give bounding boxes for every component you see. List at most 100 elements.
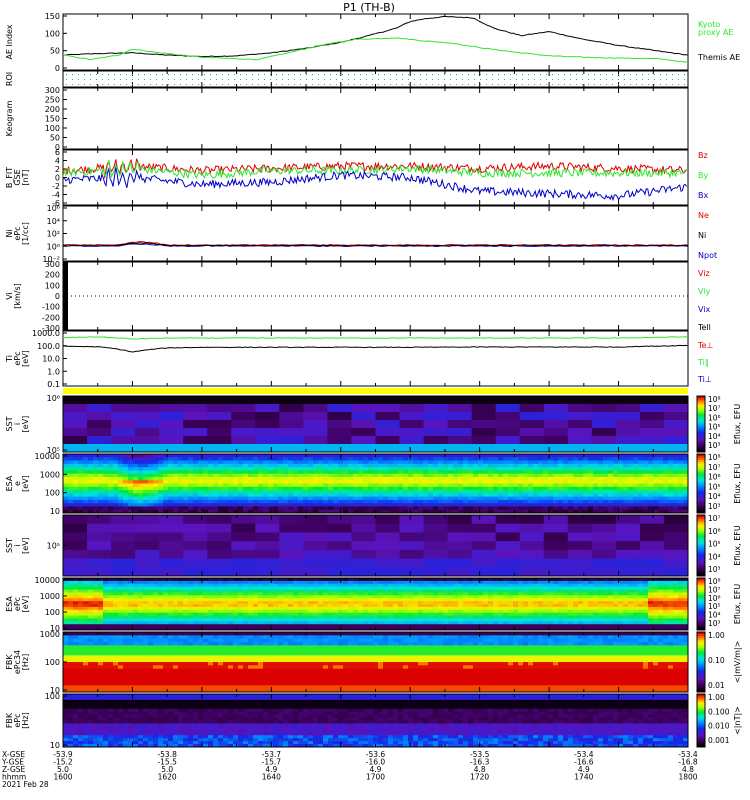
spec-cell	[373, 493, 379, 498]
spec-cell	[198, 493, 204, 498]
spec-cell	[283, 454, 289, 458]
spec-cell	[378, 496, 384, 501]
roi-dot	[438, 79, 439, 80]
spec-cell	[388, 598, 394, 602]
spec-cell	[133, 618, 139, 622]
spec-cell	[63, 515, 88, 525]
spec-cell	[383, 493, 389, 498]
spec-cell	[393, 601, 399, 605]
velocity-legend-Viy: Viy	[698, 287, 711, 296]
spec-cell	[393, 480, 399, 484]
spec-cell	[528, 463, 534, 468]
spec-cell	[588, 480, 594, 484]
spec-cell	[308, 615, 314, 619]
spec-cell	[368, 604, 374, 608]
spec-cell	[523, 476, 529, 481]
spec-cell	[78, 624, 84, 628]
spec-cell	[448, 470, 454, 475]
spec-cell	[399, 404, 424, 413]
spec-cell	[413, 606, 419, 611]
spec-cell	[443, 503, 449, 507]
spec-cell	[63, 549, 88, 559]
spec-cell	[568, 496, 574, 501]
spec-cell	[447, 412, 473, 421]
spec-cell	[648, 496, 654, 501]
roi-dot	[636, 79, 637, 80]
spec-cell	[248, 615, 254, 619]
spec-cell	[243, 496, 249, 501]
spec-cell	[103, 490, 109, 494]
roi-dot	[552, 84, 553, 85]
spec-cell	[343, 624, 349, 628]
spec-cell	[408, 586, 414, 590]
spec-cell	[303, 604, 309, 608]
spec-cell	[633, 454, 639, 458]
spec-cell	[351, 412, 376, 421]
spec-cell	[528, 454, 534, 458]
spec-cell	[543, 467, 549, 471]
spec-cell	[228, 595, 234, 599]
roi-dot	[264, 74, 265, 75]
spec-cell	[623, 463, 629, 468]
spec-cell	[558, 483, 564, 488]
spec-cell	[503, 496, 509, 501]
spec-cell	[383, 586, 389, 590]
roi-dot	[618, 79, 619, 80]
spec-cell	[323, 467, 329, 471]
spec-cell	[123, 595, 129, 599]
spec-cell	[263, 624, 269, 628]
spec-cell	[328, 473, 334, 478]
spec-cell	[498, 483, 504, 488]
spec-cell	[328, 496, 334, 501]
spec-cell	[373, 473, 379, 478]
spec-cell	[293, 476, 299, 481]
spec-cell	[513, 463, 519, 468]
roi-dot	[282, 84, 283, 85]
spec-cell	[198, 595, 204, 599]
roi-dot	[504, 79, 505, 80]
spec-cell	[408, 612, 414, 616]
spec-cell	[148, 580, 154, 585]
spec-cell	[233, 595, 239, 599]
spec-cell	[398, 476, 404, 481]
spec-cell	[438, 583, 444, 588]
spec-cell	[268, 476, 274, 481]
spec-cell	[628, 463, 634, 468]
spec-cell	[423, 558, 449, 568]
spec-cell	[108, 621, 114, 625]
spec-cell	[408, 490, 414, 494]
spec-cell	[383, 601, 389, 605]
spec-cell	[418, 480, 424, 484]
spec-cell	[378, 592, 384, 596]
spec-cell	[78, 615, 84, 619]
spec-cell	[493, 454, 499, 458]
spec-cell	[328, 499, 334, 504]
roi-dot	[480, 84, 481, 85]
spec-cell	[78, 586, 84, 590]
spec-cell	[238, 503, 244, 507]
spec-cell	[333, 486, 339, 491]
spec-cell	[153, 463, 159, 468]
spec-cell	[478, 503, 484, 507]
spec-cell	[293, 473, 299, 478]
spec-cell	[103, 496, 109, 501]
spec-cell	[333, 601, 339, 605]
spec-cell	[678, 470, 684, 475]
spec-cell	[318, 618, 324, 622]
roi-dot	[660, 79, 661, 80]
spec-cell	[388, 589, 394, 593]
spec-cell	[598, 496, 604, 501]
spec-cell	[443, 586, 449, 590]
spec-cell	[393, 589, 399, 593]
spec-cell	[633, 460, 639, 465]
spec-cell	[223, 589, 229, 593]
spec-cell	[333, 493, 339, 498]
spec-cell	[168, 454, 174, 458]
spec-cell	[288, 486, 294, 491]
spec-cell	[338, 486, 344, 491]
spec-cell	[438, 506, 444, 511]
spec-cell	[135, 549, 160, 559]
spec-cell	[283, 476, 289, 481]
spec-cell	[308, 473, 314, 478]
spec-cell	[133, 615, 139, 619]
